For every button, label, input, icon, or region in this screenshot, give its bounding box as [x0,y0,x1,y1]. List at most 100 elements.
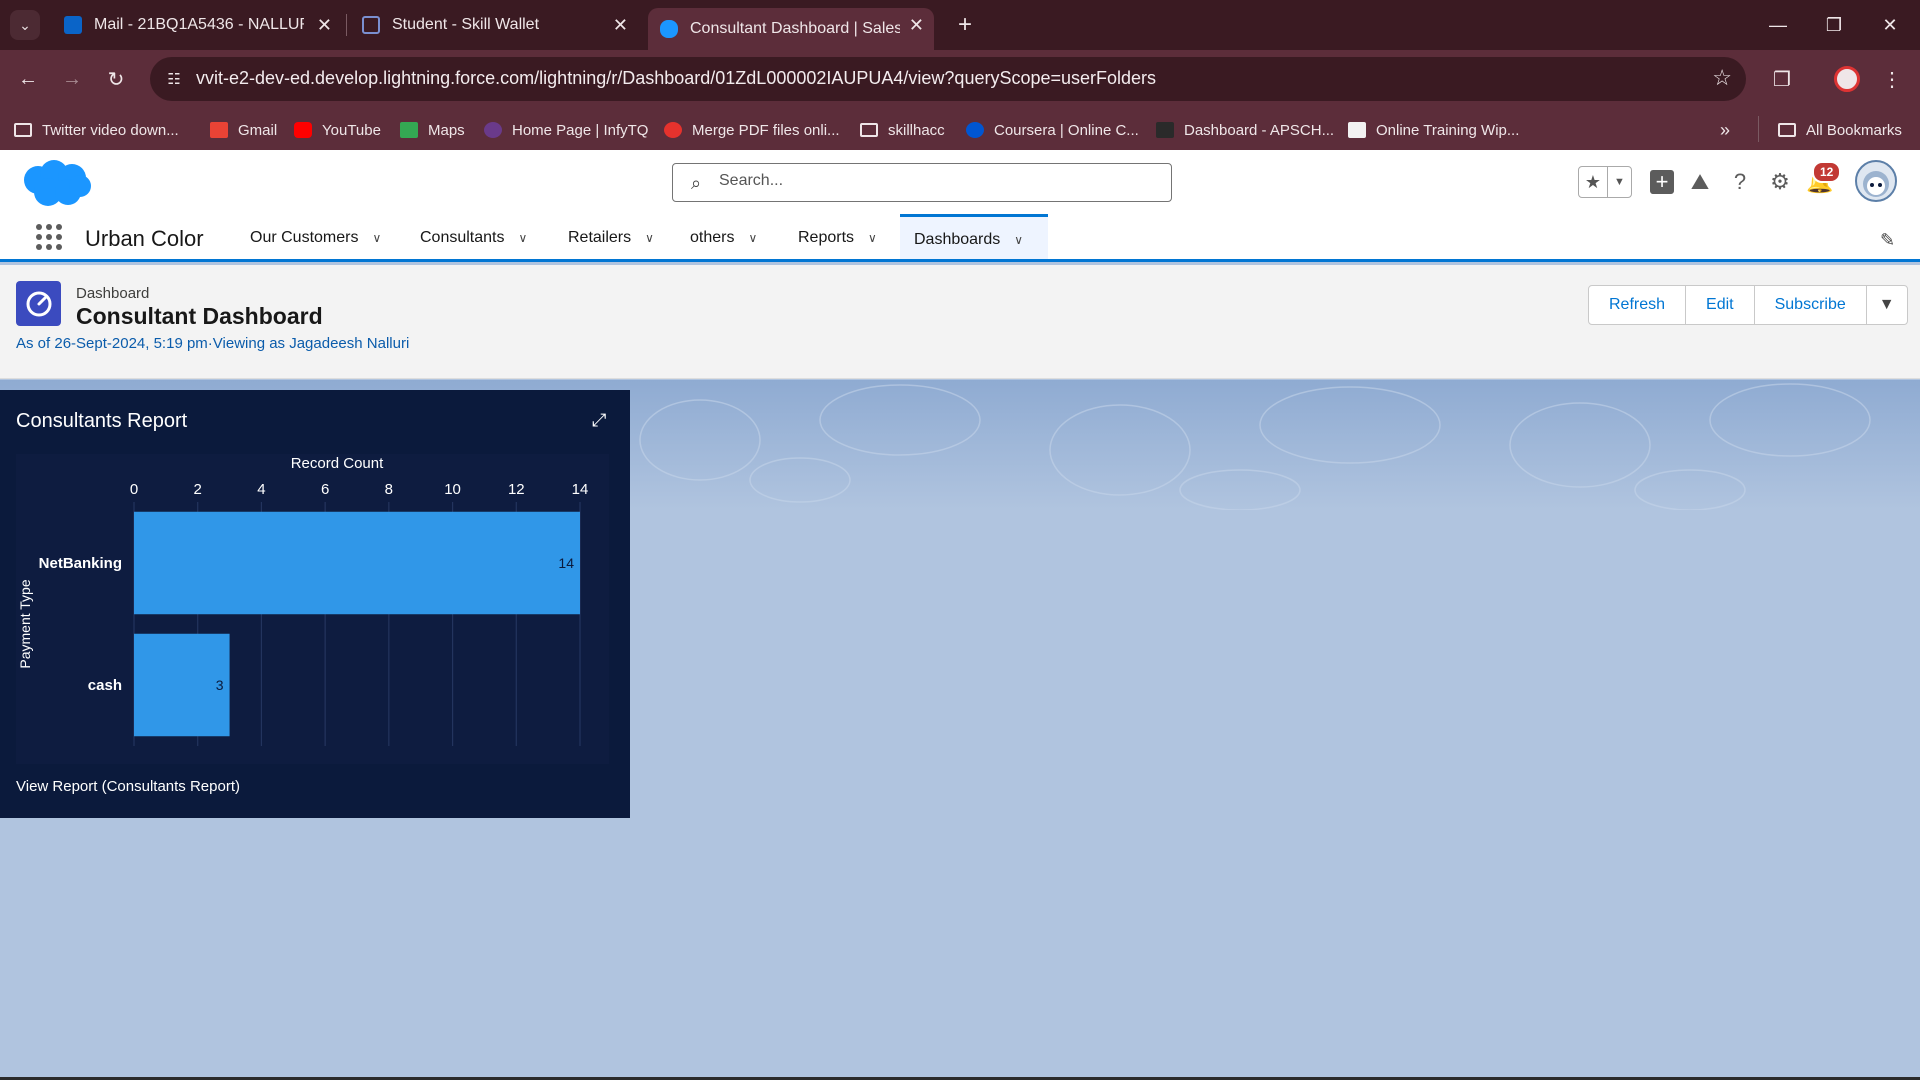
nav-tab-others[interactable]: others ∨ [676,214,771,262]
astro-avatar-icon [1863,171,1889,197]
profile-avatar[interactable] [1834,66,1860,92]
y-axis-title: Payment Type [17,579,33,668]
bookmark-label: skillhacc [888,121,945,139]
bookmark-infytq[interactable]: Home Page | InfyTQ [484,119,648,141]
subscribe-button[interactable]: Subscribe [1755,286,1867,324]
chart-area[interactable]: 0 2 4 6 8 10 12 14 NetBanking cash Record Count P… [16,454,609,764]
global-search[interactable]: ⌕ [672,163,1172,202]
dashboard-as-of: As of 26-Sept-2024, 5:19 pm·Viewing as J… [16,335,410,352]
salesforce-header: ⌕ ★ ▼ + ⛰ ? ⚙ 🔔 12 Urban Color Our Custo… [0,150,1920,262]
menu-icon[interactable]: ⋮ [1876,63,1908,95]
x-tick-label: 10 [444,481,461,498]
chevron-down-icon[interactable]: ∨ [1014,233,1023,247]
browser-toolbar: ← → ↻ ☷ vvit-e2-dev-ed.develop.lightning… [0,50,1920,108]
window-close-icon[interactable]: ✕ [1870,8,1910,42]
address-bar[interactable]: ☷ vvit-e2-dev-ed.develop.lightning.force… [150,57,1746,101]
new-tab-button[interactable]: + [950,10,980,40]
nav-tab-retailers[interactable]: Retailers ∨ [554,214,668,262]
nav-tab-consultants[interactable]: Consultants ∨ [406,214,541,262]
bookmark-label: Twitter video down... [42,121,179,139]
edit-button[interactable]: Edit [1686,286,1755,324]
bookmarks-bar: Twitter video down... Gmail YouTube Maps… [0,108,1920,150]
app-launcher-icon[interactable] [36,224,62,250]
dashboard-kicker: Dashboard [76,285,150,302]
user-avatar[interactable] [1855,160,1897,202]
nav-label: Dashboards [914,230,1001,248]
more-actions-dropdown-icon[interactable]: ▼ [1867,286,1907,324]
widget-title: Consultants Report [16,410,188,432]
bar-netbanking[interactable] [134,511,580,615]
nav-label: Our Customers [250,229,359,246]
close-icon[interactable]: ✕ [909,15,924,36]
category-label: NetBanking [39,555,122,572]
nav-tab-reports[interactable]: Reports ∨ [784,214,891,262]
tab-mail[interactable]: Mail - 21BQ1A5436 - NALLURI J ✕ [52,8,342,42]
x-axis-title: Record Count [291,455,384,472]
folder-icon [860,123,878,137]
consultants-report-widget: Consultants Report ⤢ 0 2 4 6 8 10 12 14 NetBank… [0,390,630,818]
refresh-button[interactable]: Refresh [1589,286,1687,324]
chevron-down-icon[interactable]: ∨ [645,231,654,245]
extensions-icon[interactable]: ❐ [1766,63,1798,95]
restore-icon[interactable]: ❐ [1814,8,1854,42]
all-bookmarks[interactable]: All Bookmarks [1778,119,1902,141]
site-info-icon[interactable]: ☷ [162,67,186,91]
salesforce-cloud-logo[interactable] [18,158,94,210]
favorites-group: ★ ▼ [1578,166,1632,198]
edit-nav-pencil-icon[interactable]: ✎ [1880,230,1895,251]
help-icon[interactable]: ? [1724,166,1756,198]
bookmark-label: Online Training Wip... [1376,121,1520,139]
view-report-link[interactable]: View Report (Consultants Report) [16,778,240,795]
url-text[interactable]: vvit-e2-dev-ed.develop.lightning.force.c… [196,68,1156,89]
favorites-menu-icon[interactable]: ▼ [1607,167,1631,197]
search-input[interactable] [719,172,1139,190]
nav-underline [0,259,1920,262]
nav-tab-our-customers[interactable]: Our Customers ∨ [236,214,395,262]
bookmark-divider [1758,116,1759,142]
tab-separator [346,14,347,36]
bookmark-twitter[interactable]: Twitter video down... [14,119,179,141]
chevron-down-icon[interactable]: ∨ [868,231,877,245]
forward-icon[interactable]: → [56,63,88,95]
bookmark-youtube[interactable]: YouTube [294,119,381,141]
category-label: cash [88,677,122,694]
bookmark-apsche[interactable]: Dashboard - APSCH... [1156,119,1334,141]
tab-skill-wallet[interactable]: Student - Skill Wallet ✕ [350,8,638,42]
bookmark-gmail[interactable]: Gmail [210,119,277,141]
nav-label: others [690,229,735,246]
bookmark-skillhacc[interactable]: skillhacc [860,119,945,141]
bookmark-coursera[interactable]: Coursera | Online C... [966,119,1139,141]
dashboard-actions: Refresh Edit Subscribe ▼ [1588,285,1908,325]
chevron-down-icon[interactable]: ∨ [519,231,528,245]
chevron-down-icon[interactable]: ∨ [748,231,757,245]
back-icon[interactable]: ← [12,63,44,95]
close-icon[interactable]: ✕ [613,15,628,36]
more-bookmarks-icon[interactable]: » [1720,119,1730,141]
chevron-down-icon[interactable]: ∨ [372,231,381,245]
bookmark-label: All Bookmarks [1806,121,1902,139]
setup-gear-icon[interactable]: ⚙ [1764,166,1796,198]
nav-tab-dashboards[interactable]: Dashboards ∨ [900,214,1048,262]
minimize-icon[interactable]: — [1758,8,1798,42]
bookmark-maps[interactable]: Maps [400,119,465,141]
bookmark-label: YouTube [322,121,381,139]
youtube-icon [294,122,312,138]
tab-search-icon[interactable]: ⌄ [10,10,40,40]
reload-icon[interactable]: ↻ [100,63,132,95]
tab-consultant-dashboard[interactable]: Consultant Dashboard | Salesfor ✕ [648,8,934,50]
global-actions-icon[interactable]: + [1646,166,1678,198]
dashboard-title: Consultant Dashboard [76,303,323,329]
search-icon: ⌕ [691,173,702,193]
bookmark-merge-pdf[interactable]: Merge PDF files onli... [664,119,840,141]
bookmark-label: Dashboard - APSCH... [1184,121,1335,139]
x-tick-label: 2 [194,481,202,498]
bar-chart: 0 2 4 6 8 10 12 14 NetBanking cash Record Count P… [17,455,588,746]
expand-icon[interactable]: ⤢ [592,410,606,431]
bookmark-star-icon[interactable]: ☆ [1712,65,1732,91]
trailhead-icon[interactable]: ⛰ [1684,166,1716,198]
close-icon[interactable]: ✕ [317,15,332,36]
salesforce-tab-icon [660,20,678,38]
bookmark-online-training[interactable]: Online Training Wip... [1348,119,1519,141]
favorites-star-icon[interactable]: ★ [1579,167,1607,197]
nav-label: Reports [798,229,855,246]
